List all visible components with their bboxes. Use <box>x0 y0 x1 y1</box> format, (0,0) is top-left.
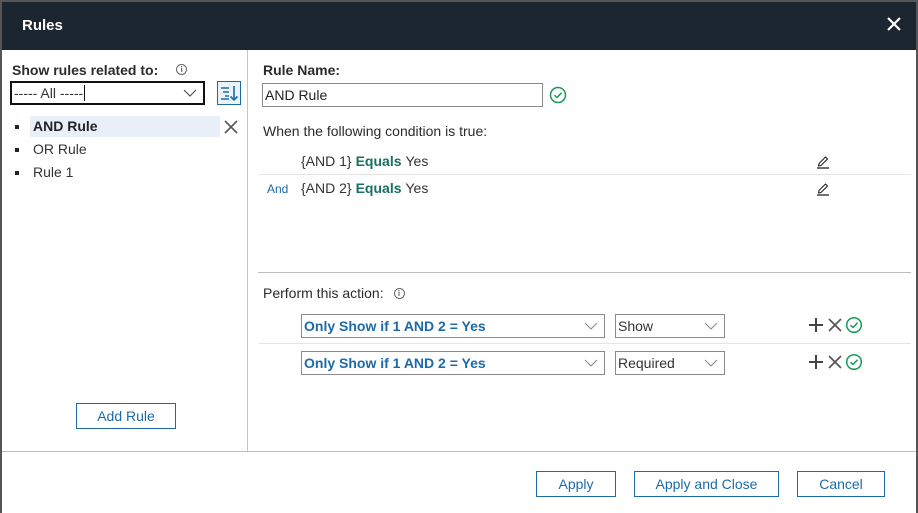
check-circle-icon[interactable] <box>845 316 863 334</box>
condition-value: Yes <box>405 153 429 169</box>
condition-text: {AND 1} Equals Yes <box>301 153 428 169</box>
action-type-select[interactable]: Show <box>615 314 725 338</box>
condition-operator: Equals <box>355 153 402 169</box>
condition-text: {AND 2} Equals Yes <box>301 180 428 196</box>
action-type-value: Required <box>618 355 675 371</box>
chevron-down-icon <box>704 316 718 340</box>
action-row: Only Show if 1 AND 2 = Yes Required <box>259 344 911 381</box>
action-target-value: Only Show if 1 AND 2 = Yes <box>304 318 486 334</box>
edit-pencil-icon[interactable] <box>815 180 831 196</box>
bullet <box>15 171 19 175</box>
rule-list-item[interactable]: AND Rule <box>2 116 248 139</box>
dialog-footer: Apply Apply and Close Cancel <box>2 451 916 513</box>
condition-field: {AND 1} <box>301 153 352 169</box>
condition-row: {AND 1} Equals Yes <box>259 148 911 175</box>
rule-name-input[interactable] <box>262 83 543 107</box>
apply-and-close-button[interactable]: Apply and Close <box>634 471 779 497</box>
chevron-down-icon <box>584 316 598 340</box>
rule-filter-value: ----- All ----- <box>14 85 84 101</box>
remove-icon[interactable] <box>826 316 844 334</box>
rule-name: AND Rule <box>30 116 220 137</box>
condition-row: And {AND 2} Equals Yes <box>259 175 911 202</box>
dialog-titlebar: Rules <box>2 2 916 50</box>
action-row-controls <box>807 353 864 373</box>
bullet <box>15 148 19 152</box>
action-target-value: Only Show if 1 AND 2 = Yes <box>304 355 486 371</box>
add-icon[interactable] <box>807 353 825 371</box>
add-icon[interactable] <box>807 316 825 334</box>
bullet <box>15 125 19 129</box>
close-icon[interactable] <box>884 14 904 34</box>
chevron-down-icon <box>183 85 197 106</box>
add-rule-button[interactable]: Add Rule <box>76 403 176 429</box>
action-target-select[interactable]: Only Show if 1 AND 2 = Yes <box>301 314 605 338</box>
condition-conjunction[interactable]: And <box>267 182 288 196</box>
dialog-title: Rules <box>22 17 63 34</box>
action-label: Perform this action: <box>263 285 384 301</box>
info-icon[interactable]: i <box>393 287 405 299</box>
rule-list-item[interactable]: Rule 1 <box>2 162 248 185</box>
info-icon[interactable]: i <box>176 63 188 75</box>
rule-name: OR Rule <box>33 141 87 157</box>
text-cursor <box>84 85 86 102</box>
action-row-controls <box>807 316 864 336</box>
cancel-button[interactable]: Cancel <box>797 471 885 497</box>
check-circle-icon[interactable] <box>845 353 863 371</box>
chevron-down-icon <box>704 353 718 377</box>
chevron-down-icon <box>584 353 598 377</box>
rule-list: AND Rule OR Rule Rule 1 <box>2 116 248 185</box>
condition-field: {AND 2} <box>301 180 352 196</box>
rule-editor: Rule Name: When the following condition … <box>249 50 916 451</box>
rule-name: Rule 1 <box>33 164 74 180</box>
action-type-value: Show <box>618 318 654 334</box>
rule-filter-select[interactable]: ----- All ----- <box>10 81 205 105</box>
action-label-group: Perform this action: i <box>263 285 405 301</box>
condition-value: Yes <box>405 180 429 196</box>
filter-label-group: Show rules related to: i <box>12 62 188 78</box>
edit-pencil-icon[interactable] <box>815 153 831 169</box>
condition-operator: Equals <box>355 180 402 196</box>
rule-name-label: Rule Name: <box>263 62 341 78</box>
check-circle-icon <box>549 86 567 107</box>
delete-rule-icon[interactable] <box>222 118 240 136</box>
section-divider <box>258 272 911 273</box>
condition-label: When the following condition is true: <box>263 123 488 139</box>
action-row: Only Show if 1 AND 2 = Yes Show <box>259 307 911 344</box>
remove-icon[interactable] <box>826 353 844 371</box>
filter-label: Show rules related to: <box>12 62 159 78</box>
rule-list-item[interactable]: OR Rule <box>2 139 248 162</box>
rules-dialog: Rules Show rules related to: i ----- All… <box>0 0 918 513</box>
rules-sidebar: Show rules related to: i ----- All -----… <box>2 50 248 451</box>
apply-button[interactable]: Apply <box>536 471 616 497</box>
sort-descending-icon <box>221 86 239 102</box>
action-target-select[interactable]: Only Show if 1 AND 2 = Yes <box>301 351 605 375</box>
action-type-select[interactable]: Required <box>615 351 725 375</box>
sort-button[interactable] <box>217 81 241 105</box>
